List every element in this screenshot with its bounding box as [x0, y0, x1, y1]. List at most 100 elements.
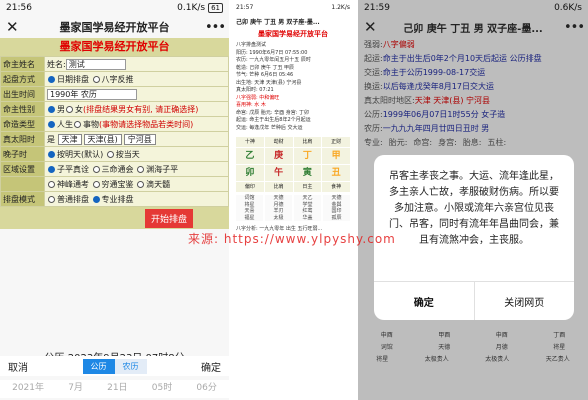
tag-label[interactable]: 专业:: [364, 138, 383, 147]
dialog-close-page-button[interactable]: 关闭网页: [475, 282, 575, 320]
type-person-label: 人生: [57, 119, 73, 129]
pillar-cell: 食神: [322, 182, 350, 192]
lunar-tab[interactable]: 农历: [114, 358, 147, 374]
summary-line: 起运:命主于出生后0年2个月10天后起运 公历排盘: [364, 52, 582, 66]
type-object-radio[interactable]: [74, 120, 81, 128]
hour-wheel[interactable]: 05时: [152, 380, 172, 398]
chart-form: 命主姓名 姓名: 测试 起盘方式 日期排盘 八字反推 出生时间 1990年 农历 …: [0, 56, 229, 207]
info-line: 农历: 一九九零年闰五月十五 辰时: [236, 57, 311, 63]
summary-label: 真太阳时地区:: [364, 96, 415, 105]
date-picker-toolbar: 取消 公历 农历 确定: [0, 356, 229, 376]
date-wheel[interactable]: 2021年 7月 21日 05时 06分: [0, 380, 229, 398]
shensha-columns: 词馆 将星 天喜 福星 天德 月德 羊刃 太极 天乙 学堂 红鸾 华盖 天德 金舆 国…: [236, 195, 350, 221]
tag-label[interactable]: 胎息:: [463, 138, 482, 147]
chart-summary: 强弱:八字偏弱 起运:命主于出生后0年2个月10天后起运 公历排盘 交运:命主于公历…: [358, 38, 588, 136]
close-icon[interactable]: ✕: [6, 18, 24, 36]
summary-value: 1999年06月07日1时55分 女子造: [382, 110, 506, 119]
chart-tags: 专业: 胎元: 命宫: 身宫: 胎息: 五柱:: [358, 136, 588, 150]
table-cell: 词馆: [380, 344, 393, 351]
type-person-radio[interactable]: [48, 120, 55, 128]
tag-label[interactable]: 命宫:: [413, 138, 432, 147]
tag-label[interactable]: 身宫:: [438, 138, 457, 147]
table-cell: 将星: [553, 344, 566, 351]
info-line: 八字排盘测试: [236, 42, 267, 48]
tag-label[interactable]: 胎元:: [389, 138, 408, 147]
gender-female-radio[interactable]: [66, 105, 73, 113]
summary-label: 公历:: [364, 110, 383, 119]
table-row: 申酉 甲酉 申酉 丁酉: [358, 330, 588, 342]
more-icon[interactable]: •••: [205, 20, 226, 35]
nav-bar: ✕ 墨家国学易经开放平台 •••: [0, 16, 229, 38]
pillar-cell: 甲: [322, 148, 350, 164]
pillar-cell: 乙: [236, 148, 264, 164]
start-chart-button[interactable]: 开始排盘: [144, 208, 193, 228]
mode-normal-radio[interactable]: [48, 195, 55, 203]
summary-line: 换运:以后每逢戊癸年8月17日交大运: [364, 80, 582, 94]
birth-time-input[interactable]: 1990年 农历: [47, 88, 137, 100]
info-dialog: 吊客主孝丧之事。大运、流年逢此星，多主亲人亡故，孝服破财伤病。所以要多加注意。小…: [374, 155, 574, 320]
day-wheel[interactable]: 21日: [107, 380, 127, 398]
network-speed: 0.1K/s: [177, 3, 206, 13]
summary-line: 强弱:八字偏弱: [364, 38, 582, 52]
pillar-cell: 劫财: [264, 137, 293, 147]
gender-male-radio[interactable]: [48, 105, 55, 113]
dialog-message: 吊客主孝丧之事。大运、流年逢此星，多主亲人亡故，孝服破财伤病。所以要多加注意。小…: [389, 171, 559, 246]
mode-pro-radio[interactable]: [92, 195, 100, 203]
summary-value: 命主于出生后0年2个月10天后起运 公历排盘: [382, 54, 542, 63]
table-cell: 天乙贵人: [545, 356, 570, 363]
table-row: 词馆 天德 月德 将星: [358, 342, 588, 354]
book-qiongtong-radio[interactable]: [92, 180, 100, 188]
book-ditian-radio[interactable]: [137, 180, 145, 188]
province-select[interactable]: 天津: [57, 133, 82, 145]
book-yuanhai-label: 渊海子平: [146, 164, 179, 174]
late-zi-same-radio[interactable]: [106, 150, 114, 158]
page-title: 己卯 庚午 丁丑 男 双子座-墨...: [403, 23, 543, 35]
book-shenfeng-label: 神峰通考: [57, 179, 89, 189]
info-line: 起运: 命主于出生后8年2个月起运: [236, 117, 311, 123]
summary-label: 农历:: [364, 124, 383, 133]
page-title: 墨家国学易经开放平台: [59, 21, 170, 34]
table-cell: 丁酉: [553, 332, 566, 339]
watermark-text: 来源: https://www.ylpyshy.com: [188, 232, 396, 246]
table-cell: 甲酉: [438, 332, 451, 339]
picker-cancel-button[interactable]: 取消: [8, 359, 28, 374]
month-wheel[interactable]: 7月: [68, 380, 83, 398]
status-time: 21:59: [364, 3, 390, 13]
gender-female-label: 女: [75, 104, 83, 114]
method-reverse-radio[interactable]: [92, 75, 100, 83]
name-label: 命主姓名: [0, 56, 45, 72]
book-sanming-radio[interactable]: [92, 165, 100, 173]
solar-tab[interactable]: 公历: [82, 358, 115, 374]
pillar-cell: 偏印: [236, 182, 264, 192]
name-field-label: 姓名:: [47, 59, 66, 69]
minute-wheel[interactable]: 06分: [196, 380, 216, 398]
shensha-table: 申酉 甲酉 申酉 丁酉 词馆 天德 月德 将星 将星 太极贵人 太极贵人 天乙贵人: [358, 330, 588, 366]
tag-label[interactable]: 五柱:: [488, 138, 507, 147]
close-icon[interactable]: ✕: [364, 18, 382, 36]
county-select[interactable]: 宁河县: [123, 133, 156, 145]
late-zi-next-label: 按明天(默认): [57, 149, 104, 159]
city-select[interactable]: 天津(县): [83, 133, 122, 145]
book-yuanhai-radio[interactable]: [137, 165, 145, 173]
more-icon[interactable]: •••: [564, 20, 585, 35]
book-ziping-radio[interactable]: [48, 165, 55, 173]
info-line: 乾造: 己卯 庚午 丁丑 甲辰: [236, 64, 295, 71]
book-shenfeng-radio[interactable]: [48, 180, 55, 188]
late-zi-next-radio[interactable]: [48, 150, 55, 158]
name-input[interactable]: 测试: [65, 58, 126, 70]
status-time: 21:57: [236, 3, 254, 11]
pillar-cell: 寅: [293, 165, 322, 181]
status-time: 21:56: [6, 3, 32, 13]
table-cell: 太极贵人: [485, 356, 510, 363]
year-wheel[interactable]: 2021年: [12, 380, 44, 398]
dialog-ok-button[interactable]: 确定: [374, 282, 475, 320]
phone-screen-middle: 21:57 1.2K/s 己卯 庚午 丁丑 男 双子座-墨... 墨家国学易经开…: [233, 0, 353, 400]
network-speed: 1.2K/s: [331, 3, 350, 11]
method-date-radio[interactable]: [48, 75, 55, 83]
picker-confirm-button[interactable]: 确定: [201, 359, 221, 374]
brand-header: 墨家国学易经开放平台: [258, 30, 328, 38]
summary-value: 天津 天津(县) 宁河县: [414, 96, 491, 105]
network-speed: 0.6K/s: [554, 3, 582, 13]
table-cell: 月德: [495, 344, 508, 351]
birth-time-label: 出生时间: [0, 86, 45, 102]
